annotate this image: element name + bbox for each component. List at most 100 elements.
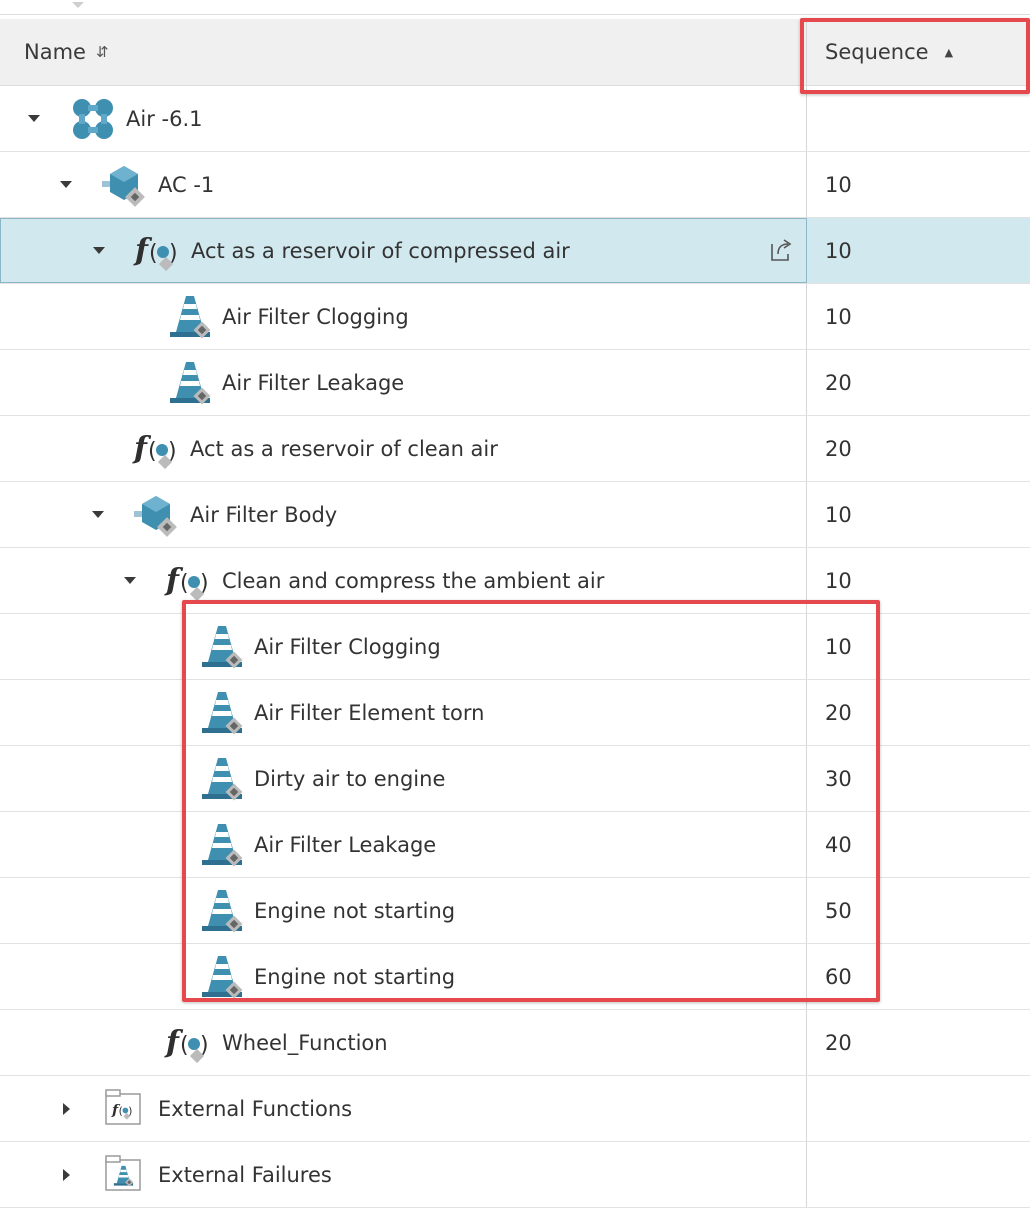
failure-cone-icon — [164, 292, 214, 342]
sequence-cell[interactable]: 10 — [807, 614, 1030, 679]
name-cell[interactable]: Engine not starting — [0, 944, 807, 1009]
node-label: AC -1 — [158, 172, 215, 197]
failure-cone-icon — [196, 820, 246, 870]
svg-text:(: ( — [180, 1033, 189, 1058]
sequence-value: 20 — [825, 436, 852, 461]
tree-row[interactable]: Engine not starting 50 — [0, 878, 1030, 944]
sort-both-icon[interactable]: ⇵ — [96, 44, 109, 60]
svg-text:(: ( — [148, 439, 157, 464]
sequence-column-label: Sequence — [825, 40, 929, 64]
name-cell[interactable]: External Failures — [0, 1142, 807, 1207]
collapse-arrow-icon[interactable] — [58, 177, 74, 193]
sequence-cell[interactable] — [807, 1076, 1030, 1141]
name-cell[interactable]: AC -1 — [0, 152, 807, 217]
tree-row[interactable]: Air Filter Body 10 — [0, 482, 1030, 548]
tree-row[interactable]: Dirty air to engine 30 — [0, 746, 1030, 812]
sequence-value: 20 — [825, 700, 852, 725]
sequence-value: 60 — [825, 964, 852, 989]
tree-row[interactable]: f ( ) Clean and compress the ambient air… — [0, 548, 1030, 614]
tree-row[interactable]: External Failures — [0, 1142, 1030, 1208]
tree-row[interactable]: Air Filter Leakage 40 — [0, 812, 1030, 878]
name-cell[interactable]: f ( ) Wheel_Function — [0, 1010, 807, 1075]
name-cell[interactable]: f ( ) Act as a reservoir of compressed a… — [0, 218, 807, 283]
function-icon: f ( ) — [164, 1018, 214, 1068]
collapse-arrow-icon[interactable] — [26, 111, 42, 127]
node-label: Engine not starting — [254, 964, 456, 989]
open-external-icon[interactable] — [766, 236, 796, 266]
function-icon: f ( ) — [132, 424, 182, 474]
tree-row[interactable]: f ( ) Wheel_Function 20 — [0, 1010, 1030, 1076]
name-cell[interactable]: f ( ) Clean and compress the ambient air — [0, 548, 807, 613]
failure-cone-icon — [196, 688, 246, 738]
system-icon — [68, 94, 118, 144]
collapse-arrow-icon[interactable] — [90, 507, 106, 523]
tree-row[interactable]: f ( ) Act as a reservoir of clean air 20 — [0, 416, 1030, 482]
sequence-cell[interactable]: 30 — [807, 746, 1030, 811]
tree-row[interactable]: f ( ) External Functions — [0, 1076, 1030, 1142]
sequence-cell[interactable]: 50 — [807, 878, 1030, 943]
external-failures-folder-icon — [100, 1150, 150, 1200]
top-strip — [0, 0, 1030, 15]
svg-text:(: ( — [119, 1105, 123, 1117]
name-column-header[interactable]: Name ⇵ — [0, 19, 807, 85]
sequence-cell[interactable] — [807, 86, 1030, 151]
node-label: Air Filter Leakage — [254, 832, 437, 857]
sequence-cell[interactable]: 10 — [807, 218, 1030, 283]
function-icon: f ( ) — [164, 556, 214, 606]
node-label: Air Filter Clogging — [222, 304, 409, 329]
sequence-cell[interactable]: 10 — [807, 482, 1030, 547]
sequence-value: 20 — [825, 370, 852, 395]
name-cell[interactable]: Engine not starting — [0, 878, 807, 943]
collapse-arrow-icon[interactable] — [122, 573, 138, 589]
node-label: Dirty air to engine — [254, 766, 446, 791]
tree-row[interactable]: Air Filter Element torn 20 — [0, 680, 1030, 746]
svg-text:(: ( — [149, 241, 158, 266]
name-cell[interactable]: f ( ) Act as a reservoir of clean air — [0, 416, 807, 481]
node-label: External Functions — [158, 1096, 353, 1121]
expand-arrow-icon[interactable] — [58, 1101, 74, 1117]
sequence-value: 10 — [825, 568, 852, 593]
tree-row[interactable]: f ( ) Act as a reservoir of compressed a… — [0, 218, 1030, 284]
tree-row[interactable]: Air Filter Clogging 10 — [0, 284, 1030, 350]
function-icon: f ( ) — [133, 226, 183, 276]
svg-text:(: ( — [180, 571, 189, 596]
sequence-cell[interactable]: 10 — [807, 284, 1030, 349]
name-cell[interactable]: Dirty air to engine — [0, 746, 807, 811]
sequence-value: 40 — [825, 832, 852, 857]
name-cell[interactable]: Air Filter Element torn — [0, 680, 807, 745]
sequence-cell[interactable]: 10 — [807, 152, 1030, 217]
sequence-cell[interactable] — [807, 1142, 1030, 1207]
name-cell[interactable]: Air Filter Body — [0, 482, 807, 547]
sort-ascending-icon[interactable]: ▲ — [945, 46, 953, 59]
tree-row[interactable]: Air Filter Clogging 10 — [0, 614, 1030, 680]
node-label: Air -6.1 — [126, 106, 203, 131]
external-functions-folder-icon: f ( ) — [100, 1084, 150, 1134]
name-cell[interactable]: Air Filter Leakage — [0, 812, 807, 877]
sequence-cell[interactable]: 20 — [807, 416, 1030, 481]
sequence-cell[interactable]: 60 — [807, 944, 1030, 1009]
sequence-column-header[interactable]: Sequence ▲ — [807, 19, 1030, 85]
node-label: Engine not starting — [254, 898, 456, 923]
collapse-arrow-icon[interactable] — [91, 243, 107, 259]
name-cell[interactable]: Air -6.1 — [0, 86, 807, 151]
sequence-cell[interactable]: 10 — [807, 548, 1030, 613]
name-cell[interactable]: Air Filter Leakage — [0, 350, 807, 415]
tree-row[interactable]: Air -6.1 — [0, 86, 1030, 152]
sequence-cell[interactable]: 20 — [807, 680, 1030, 745]
sequence-value: 20 — [825, 1030, 852, 1055]
sequence-cell[interactable]: 20 — [807, 1010, 1030, 1075]
failure-cone-icon — [196, 886, 246, 936]
tree-row[interactable]: Air Filter Leakage 20 — [0, 350, 1030, 416]
sequence-value: 10 — [825, 172, 852, 197]
expand-arrow-icon[interactable] — [58, 1167, 74, 1183]
name-cell[interactable]: Air Filter Clogging — [0, 614, 807, 679]
sequence-value: 30 — [825, 766, 852, 791]
sequence-cell[interactable]: 40 — [807, 812, 1030, 877]
sequence-cell[interactable]: 20 — [807, 350, 1030, 415]
tree-row[interactable]: Engine not starting 60 — [0, 944, 1030, 1010]
node-label: Act as a reservoir of clean air — [190, 436, 498, 461]
node-label: Air Filter Element torn — [254, 700, 485, 725]
tree-row[interactable]: AC -1 10 — [0, 152, 1030, 218]
name-cell[interactable]: Air Filter Clogging — [0, 284, 807, 349]
name-cell[interactable]: f ( ) External Functions — [0, 1076, 807, 1141]
